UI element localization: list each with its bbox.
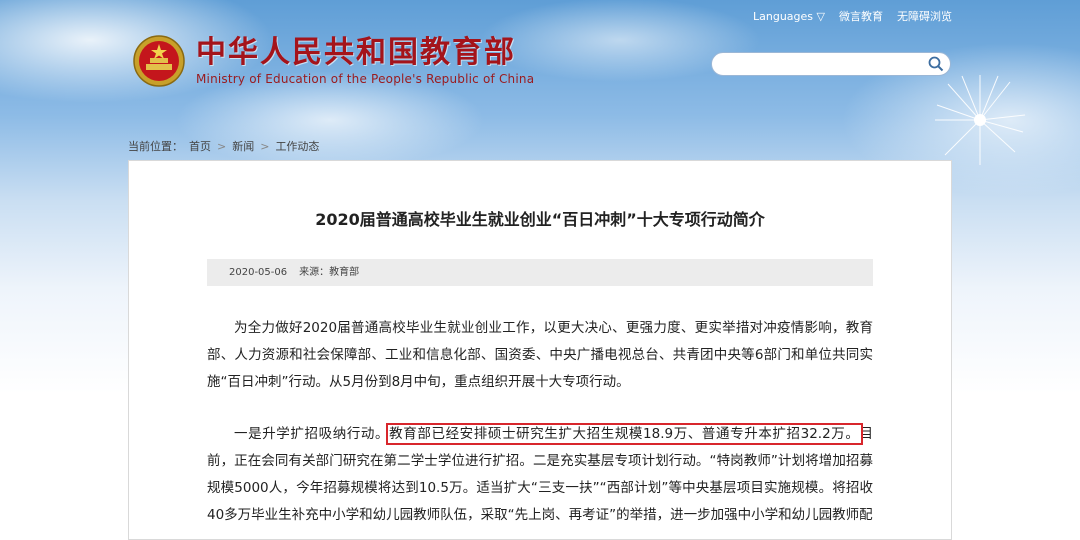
breadcrumb-label: 当前位置： (128, 140, 183, 153)
highlighted-sentence: 教育部已经安排硕士研究生扩大招生规模18.9万、普通专升本扩招32.2万。 (386, 423, 863, 445)
breadcrumb-news[interactable]: 新闻 (232, 138, 254, 154)
site-title: 中华人民共和国教育部 (196, 35, 516, 70)
national-emblem-icon (133, 35, 185, 87)
article-meta: 2020-05-06 来源：教育部 (207, 259, 873, 286)
search-input[interactable] (724, 54, 928, 76)
weiyan-link[interactable]: 微言教育 (839, 8, 883, 24)
article-paragraph-1: 为全力做好2020届普通高校毕业生就业创业工作，以更大决心、更强力度、更实举措对… (207, 320, 873, 390)
languages-link[interactable]: Languages ▽ (753, 10, 825, 23)
site-subtitle: Ministry of Education of the People's Re… (196, 72, 535, 86)
search-icon[interactable] (928, 56, 944, 72)
article-paragraph-2: 一是升学扩招吸纳行动。教育部已经安排硕士研究生扩大招生规模18.9万、普通专升本… (207, 421, 873, 529)
search-box (711, 52, 951, 76)
accessibility-link[interactable]: 无障碍浏览 (897, 8, 952, 24)
site-logo[interactable]: 中华人民共和国教育部 Ministry of Education of the … (132, 34, 534, 88)
breadcrumb-home[interactable]: 首页 (189, 138, 211, 154)
breadcrumb-separator: > (260, 139, 270, 153)
top-links: Languages ▽ 微言教育 无障碍浏览 (753, 8, 952, 24)
breadcrumb: 当前位置： 首页 > 新闻 > 工作动态 (128, 138, 319, 154)
paragraph-lead: 一是升学扩招吸纳行动。 (234, 426, 390, 442)
dandelion-icon (935, 75, 1026, 165)
article-date: 2020-05-06 (229, 267, 288, 278)
breadcrumb-work-news[interactable]: 工作动态 (275, 138, 319, 154)
article-title: 2020届普通高校毕业生就业创业“百日冲刺”十大专项行动简介 (315, 210, 765, 229)
article-source: 来源：教育部 (299, 267, 360, 278)
breadcrumb-separator: > (217, 139, 227, 153)
